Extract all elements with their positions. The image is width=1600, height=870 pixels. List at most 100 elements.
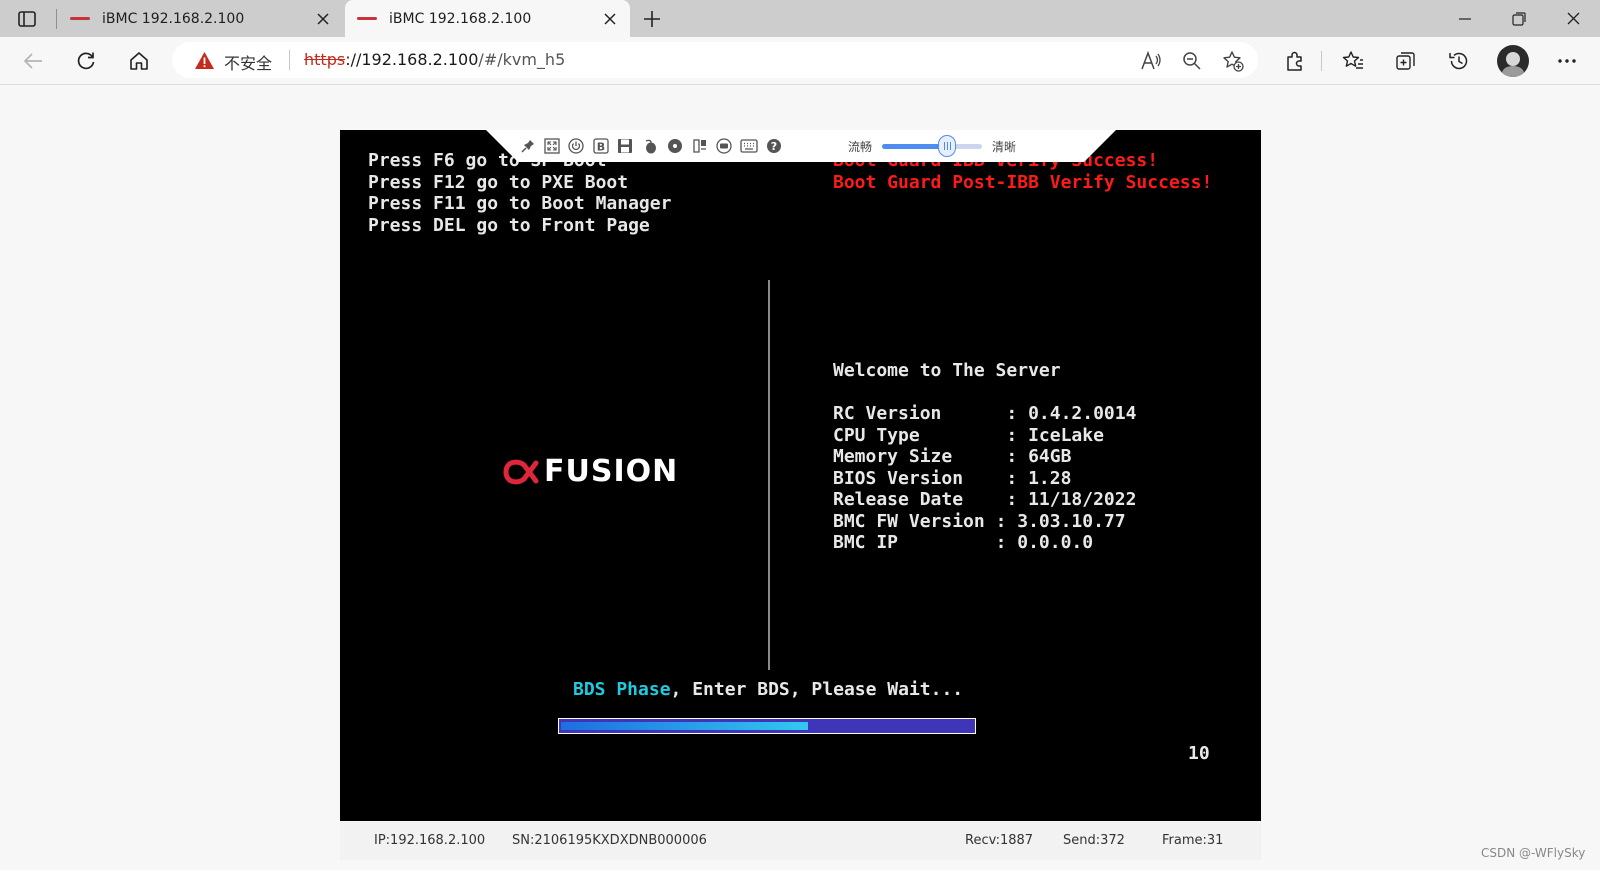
welcome-text: Welcome to The Server [833,360,1061,381]
info-row: CPU Type : IceLake [833,425,1136,447]
status-ip: IP:192.168.2.100 [374,833,486,848]
svg-text:B: B [597,141,605,154]
new-tab-plus-icon[interactable] [638,6,666,32]
cd-disc-icon[interactable] [666,137,684,155]
security-status-label[interactable]: 不安全 [224,50,272,74]
info-row: BIOS Version : 1.28 [833,468,1136,490]
extensions-puzzle-icon[interactable] [1280,46,1310,76]
collections-icon[interactable] [1391,46,1421,76]
bds-progress-bar [558,718,976,734]
status-sn: SN:2106195KXDXDNB000006 [512,833,707,848]
browser-toolbar: 不安全 https://192.168.2.100/#/kvm_h5 [0,37,1600,85]
fusion-favicon-icon [357,15,379,23]
kvm-status-bar: IP:192.168.2.100 SN:2106195KXDXDNB000006… [340,822,1261,860]
power-icon[interactable] [567,137,585,155]
profile-avatar[interactable] [1497,45,1529,77]
watermark-text: CSDN @-WFlySky [1481,846,1586,860]
info-value: : 0.0.0.0 [995,532,1094,553]
quality-slider-thumb[interactable] [938,135,956,157]
back-arrow-icon[interactable] [18,46,48,76]
screen-divider [768,280,770,670]
close-icon[interactable] [311,7,335,31]
more-menu-icon[interactable] [1552,46,1582,76]
fullscreen-icon[interactable] [543,137,561,155]
info-value: : 0.4.2.0014 [1006,403,1137,424]
info-label: Release Date [833,489,1007,510]
info-label: CPU Type [833,424,1007,446]
toolbar-separator [1321,51,1322,71]
info-row: RC Version : 0.4.2.0014 [833,403,1136,425]
bold-b-icon[interactable]: B [592,137,610,155]
tab-ibmc-2-active[interactable]: iBMC 192.168.2.100 [345,0,630,37]
bds-progress-fill [561,722,808,730]
logo-text: FUSION [544,454,679,489]
mouse-icon[interactable] [641,137,659,155]
fusion-favicon-icon [70,15,92,23]
quality-clear-label: 清晰 [992,140,1017,154]
info-label: BMC IP [833,532,996,553]
boot-guard-line: Boot Guard Post-IBB Verify Success! [833,171,1213,193]
info-value: : IceLake [1006,424,1104,446]
boot-hint-line: Press F11 go to Boot Manager [368,193,672,214]
status-recv: Recv:1887 [965,833,1034,848]
close-icon[interactable] [598,7,622,31]
info-value: : 3.03.10.77 [995,510,1126,532]
tab-title: iBMC 192.168.2.100 [102,10,245,27]
refresh-icon[interactable] [71,46,101,76]
address-separator [289,50,290,70]
svg-text:?: ? [771,140,777,153]
record-icon[interactable] [715,137,733,155]
info-label: RC Version [833,403,1007,424]
tab-strip: iBMC 192.168.2.100 iBMC 192.168.2.100 [0,0,1600,37]
xfusion-logo: FUSION [502,454,678,489]
boot-hints: Press F6 go to SP Boot Press F12 go to PX… [368,150,671,236]
window-close-icon[interactable] [1546,0,1600,37]
home-icon[interactable] [124,46,154,76]
restore-icon[interactable] [1492,0,1546,37]
combo-key-icon[interactable] [691,137,709,155]
countdown-counter: 10 [1188,743,1210,764]
server-info: RC Version : 0.4.2.0014 CPU Type : IceLak… [833,403,1136,554]
info-value: : 11/18/2022 [1006,489,1137,510]
url-text[interactable]: https://192.168.2.100/#/kvm_h5 [304,50,565,69]
tab-ibmc-1[interactable]: iBMC 192.168.2.100 [58,0,343,37]
boot-hint-line: Press DEL go to Front Page [368,214,650,236]
info-label: BMC FW Version [833,510,996,532]
favorites-icon[interactable] [1338,46,1368,76]
info-row: BMC IP : 0.0.0.0 [833,532,1136,554]
read-aloud-icon[interactable] [1138,48,1164,74]
help-icon[interactable]: ? [765,137,783,155]
info-label: Memory Size [833,446,1007,467]
phase-name: BDS Phase [573,679,671,700]
boot-hint-line: Press F12 go to PXE Boot [368,171,629,193]
info-value: : 1.28 [1006,467,1072,489]
tab-actions-icon[interactable] [14,7,40,31]
history-icon[interactable] [1444,46,1474,76]
status-send: Send:372 [1063,833,1125,848]
pin-icon[interactable] [519,137,537,155]
tab-divider [56,9,57,29]
add-favorite-icon[interactable] [1220,48,1246,74]
kvm-toolbar: B ? 流畅 清晰 [486,130,1116,162]
quality-slider-track[interactable] [882,144,982,149]
quality-smooth-label: 流畅 [848,140,873,154]
url-path: /#/kvm_h5 [478,50,566,69]
kvm-console-screen[interactable]: Press F6 go to SP Boot Press F12 go to PX… [340,130,1261,821]
phase-message: , Enter BDS, Please Wait... [670,679,964,700]
url-protocol: https [304,50,346,69]
zoom-out-icon[interactable] [1179,48,1205,74]
minimize-icon[interactable] [1438,0,1492,37]
info-label: BIOS Version [833,467,1007,489]
floppy-disk-icon[interactable] [616,137,634,155]
address-bar[interactable]: 不安全 https://192.168.2.100/#/kvm_h5 [172,42,1258,78]
tab-title: iBMC 192.168.2.100 [389,10,532,27]
info-row: BMC FW Version : 3.03.10.77 [833,511,1136,533]
info-row: Release Date : 11/18/2022 [833,489,1136,511]
warning-triangle-icon[interactable] [194,51,215,74]
status-frame: Frame:31 [1162,833,1224,848]
keyboard-icon[interactable] [740,137,758,155]
info-row: Memory Size : 64GB [833,446,1136,468]
url-host: ://192.168.2.100 [345,50,479,69]
bds-phase-line: BDS Phase, Enter BDS, Please Wait... [573,679,963,701]
xfusion-logo-mark-icon [503,459,539,484]
